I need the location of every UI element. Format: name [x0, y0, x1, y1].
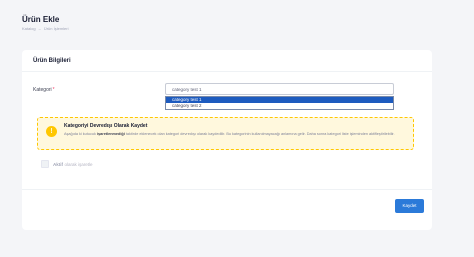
alert-text-part-1: Aşağıda ki kutucuk: [64, 132, 97, 136]
card-title: Ürün Bilgileri: [33, 58, 71, 64]
active-checkbox[interactable]: [41, 160, 49, 168]
breadcrumb-item-catalog[interactable]: Katalog: [22, 26, 36, 31]
breadcrumb-item-product-ops[interactable]: Ürün İşlemleri: [44, 26, 69, 31]
active-label-rest: olarak işaretle: [64, 161, 93, 167]
alert-text: Aşağıda ki kutucuk işaretlenmediği takti…: [64, 132, 409, 138]
alert-title: Kategoriyi Devredışı Olarak Kaydet: [64, 123, 148, 129]
card-divider: [22, 71, 432, 72]
category-label: Kategori*: [33, 87, 55, 93]
breadcrumb: Katalog – Ürün İşlemleri: [22, 26, 68, 31]
category-select[interactable]: category test 1: [165, 83, 394, 95]
alert-text-bold: işaretlenmediği: [96, 132, 125, 136]
category-label-text: Kategori: [33, 87, 52, 93]
category-option-2[interactable]: category test 2: [166, 103, 393, 109]
required-mark: *: [52, 87, 55, 93]
active-label-strong: Aktif: [53, 161, 63, 167]
active-checkbox-row: Aktif olarak işaretle: [41, 160, 93, 168]
footer-divider: [22, 189, 432, 190]
active-checkbox-label[interactable]: Aktif olarak işaretle: [53, 162, 93, 167]
breadcrumb-separator: –: [38, 26, 41, 31]
category-select-value: category test 1: [172, 87, 202, 92]
category-dropdown: category test 1 category test 2: [165, 96, 394, 110]
warning-alert: ! Kategoriyi Devredışı Olarak Kaydet Aşa…: [37, 117, 414, 150]
product-info-card: Ürün Bilgileri Kategori* category test 1…: [22, 50, 432, 230]
alert-text-part-2: taktirde eklenecek olan kategori devredı…: [124, 132, 395, 136]
save-button[interactable]: Kaydet: [395, 199, 424, 213]
page-title: Ürün Ekle: [22, 15, 60, 24]
exclamation-icon: !: [46, 126, 57, 137]
